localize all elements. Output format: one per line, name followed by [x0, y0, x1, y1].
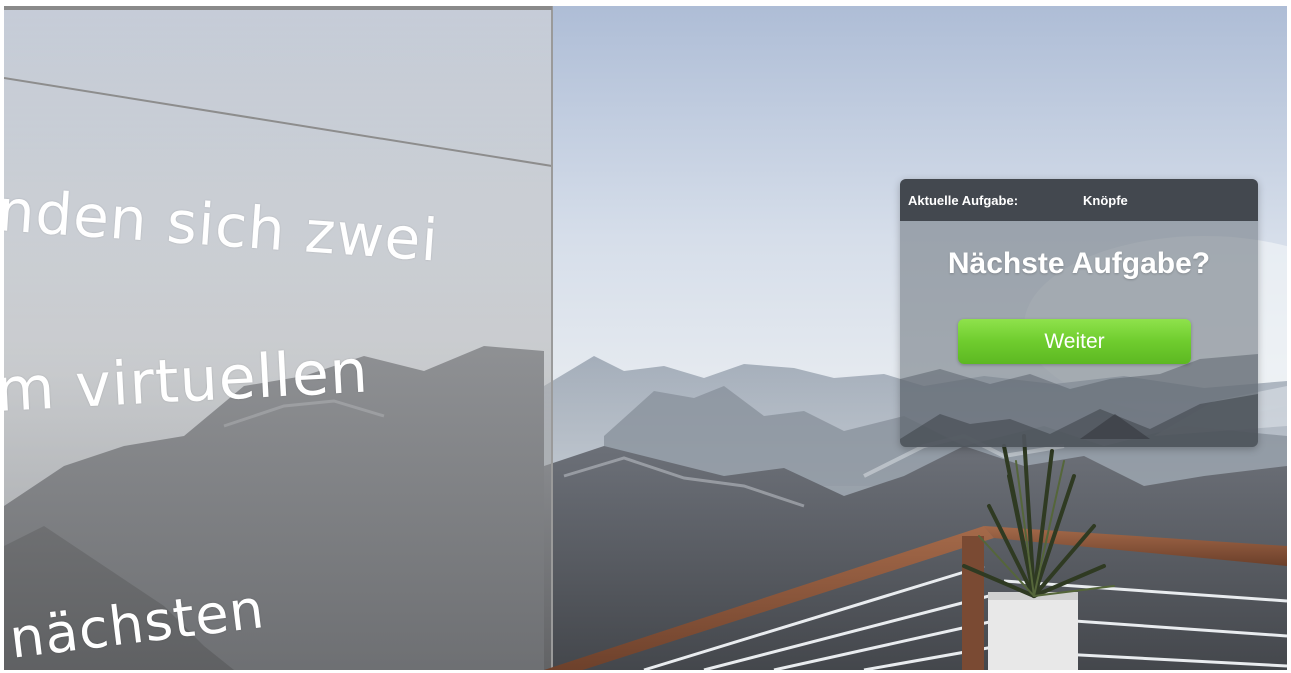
- task-panel: Aktuelle Aufgabe: Knöpfe Nächste Aufgabe…: [900, 179, 1258, 447]
- task-panel-header: Aktuelle Aufgabe: Knöpfe: [900, 179, 1258, 221]
- vr-scene: nden sich zwei m virtuellen nächsten Akt…: [4, 6, 1287, 670]
- current-task-label: Aktuelle Aufgabe:: [908, 192, 1019, 208]
- weiter-button[interactable]: Weiter: [958, 319, 1191, 364]
- task-panel-title: Nächste Aufgabe?: [947, 247, 1211, 280]
- current-task-value: Knöpfe: [1083, 192, 1128, 208]
